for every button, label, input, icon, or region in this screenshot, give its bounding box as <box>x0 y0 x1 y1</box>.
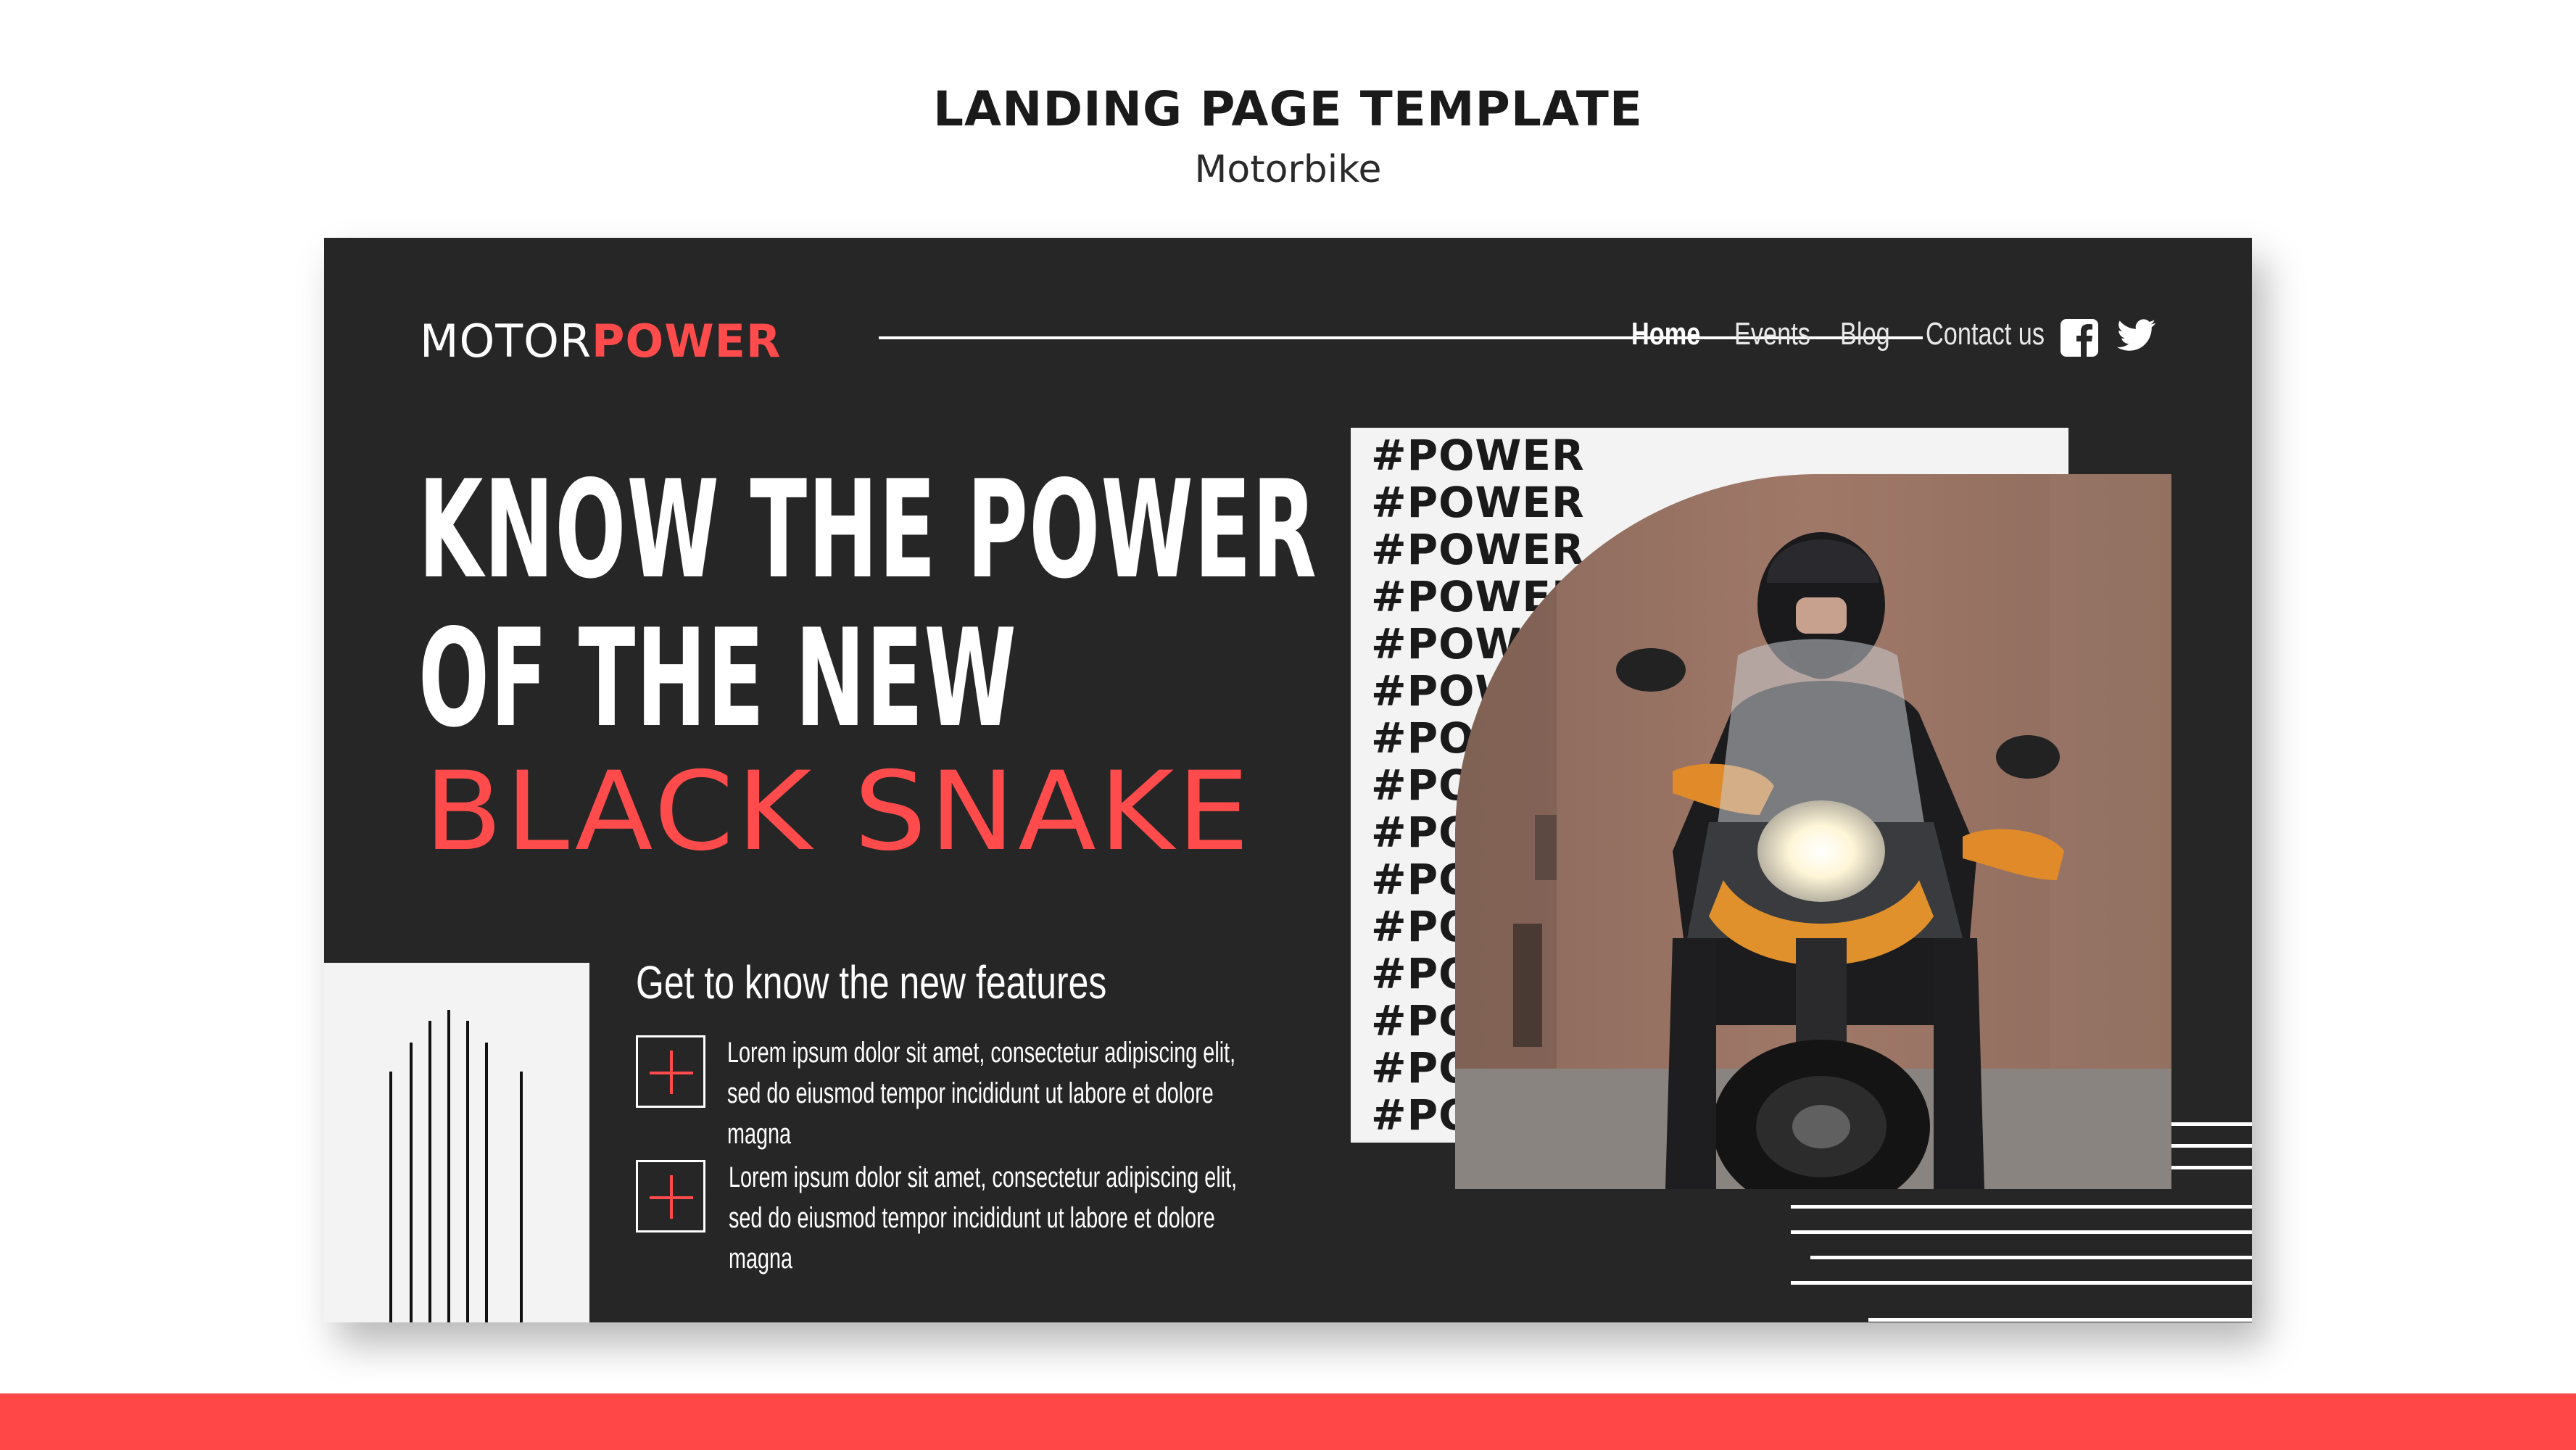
plus-icon[interactable] <box>636 1035 705 1108</box>
decor-stripe <box>1791 1205 2252 1209</box>
plus-icon[interactable] <box>636 1160 705 1232</box>
power-tag: #POWER <box>1371 478 1585 527</box>
decor-line <box>520 1072 523 1322</box>
feature-text-2: Lorem ipsum dolor sit amet, consectetur … <box>729 1161 1238 1275</box>
decor-stripe <box>2171 1144 2252 1148</box>
social-links <box>2061 319 2156 357</box>
main-nav: Home Events Blog Contact us <box>1631 316 2045 352</box>
power-tag: #POWER <box>1371 525 1585 574</box>
twitter-icon[interactable] <box>2117 319 2156 357</box>
decor-line <box>410 1043 413 1322</box>
features-title: Get to know the new features <box>636 956 1107 1008</box>
decor-line <box>485 1043 488 1322</box>
bottom-accent-bar <box>0 1393 2576 1450</box>
logo-part-motor: MOTOR <box>420 315 592 368</box>
decorative-lines-block <box>324 963 589 1322</box>
brand-logo[interactable]: MOTORPOWER <box>420 315 782 368</box>
logo-part-power: POWER <box>592 315 782 368</box>
nav-link-home[interactable]: Home <box>1631 316 1700 352</box>
feature-text-1: Lorem ipsum dolor sit amet, consectetur … <box>727 1037 1236 1150</box>
decor-stripe <box>1810 1256 2252 1259</box>
headline-line-2: OF THE NEW <box>418 600 1017 757</box>
decor-stripe <box>1868 1318 2252 1322</box>
decor-stripe <box>2171 1166 2252 1169</box>
decor-stripe <box>2171 1122 2252 1126</box>
page-subtitle: Motorbike <box>1194 148 1382 191</box>
headline-line-1: KNOW THE POWER <box>418 451 1318 608</box>
power-tag: #POWER <box>1371 431 1585 480</box>
nav-link-events[interactable]: Events <box>1734 316 1810 352</box>
decor-line <box>428 1021 431 1322</box>
decor-line <box>447 1010 450 1322</box>
nav-link-blog[interactable]: Blog <box>1840 316 1890 352</box>
landing-page-mockup: MOTORPOWER Home Events Blog Contact us K… <box>324 238 2252 1322</box>
headline-accent: BLACK SNAKE <box>424 749 1253 875</box>
hero-headline: KNOW THE POWER OF THE NEW <box>418 451 1318 757</box>
decor-stripe <box>1791 1281 2252 1285</box>
facebook-icon[interactable] <box>2061 319 2098 357</box>
motorbike-photo <box>1455 474 2171 1189</box>
nav-link-contact[interactable]: Contact us <box>1926 316 2045 352</box>
page-title: LANDING PAGE TEMPLATE <box>933 81 1643 137</box>
decor-line <box>466 1021 469 1322</box>
decor-line <box>389 1072 392 1322</box>
decor-stripe <box>1791 1230 2252 1234</box>
